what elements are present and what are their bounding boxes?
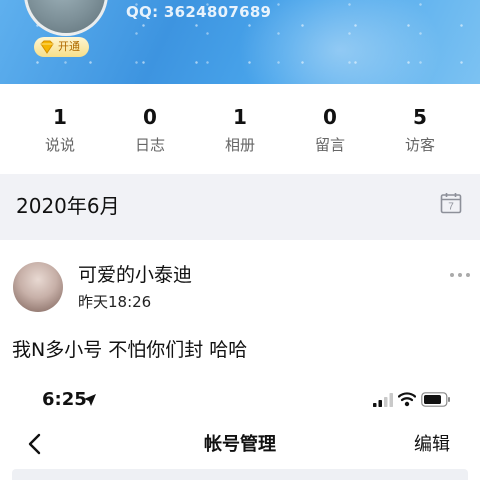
- diamond-icon: [40, 40, 54, 54]
- post-author-name[interactable]: 可爱的小泰迪: [78, 262, 192, 288]
- stat-label: 日志: [134, 136, 165, 154]
- stat-label: 留言: [314, 136, 345, 154]
- stat-label: 访客: [404, 136, 435, 154]
- wifi-icon: [398, 392, 416, 407]
- vip-badge-label: 开通: [58, 40, 80, 53]
- nav-title: 帐号管理: [204, 434, 276, 455]
- vip-open-badge[interactable]: 开通: [34, 37, 89, 57]
- stat-label: 相册: [224, 136, 255, 154]
- qq-number-label: QQ: 3624807689: [126, 3, 272, 21]
- stats-row: 1 说说 0 日志 1 相册 0 留言 5 访客: [0, 84, 480, 174]
- month-header: 2020年6月: [0, 174, 480, 240]
- stat-value: 1: [53, 105, 67, 129]
- feed-post: [0, 240, 480, 388]
- stat-value: 0: [143, 105, 157, 129]
- account-list-placeholder: [12, 469, 468, 480]
- more-dots-icon[interactable]: [450, 270, 474, 280]
- calendar-icon[interactable]: 7: [440, 192, 462, 214]
- stat-shuoshuo[interactable]: 1 说说: [12, 104, 108, 156]
- cellular-signal-icon: [373, 393, 393, 407]
- profile-banner: QQ: 3624807689 开通: [0, 0, 480, 84]
- stat-blog[interactable]: 0 日志: [102, 104, 198, 156]
- stat-album[interactable]: 1 相册: [192, 104, 288, 156]
- battery-icon: [421, 392, 450, 407]
- edit-button[interactable]: 编辑: [414, 432, 450, 458]
- post-author-avatar[interactable]: [13, 262, 63, 312]
- post-text: 我N多小号 不怕你们封 哈哈: [12, 339, 248, 361]
- stat-visitors[interactable]: 5 访客: [372, 104, 468, 156]
- stat-value: 0: [323, 105, 337, 129]
- stat-label: 说说: [44, 136, 75, 154]
- stat-value: 1: [233, 105, 247, 129]
- status-bar-time: 6:25: [42, 389, 87, 410]
- profile-avatar[interactable]: [24, 0, 108, 36]
- location-arrow-icon: [84, 394, 96, 406]
- stat-value: 5: [413, 105, 427, 129]
- post-timestamp: 昨天18:26: [78, 293, 152, 311]
- calendar-day: 7: [448, 202, 454, 213]
- month-label: 2020年6月: [16, 194, 120, 218]
- stat-messages[interactable]: 0 留言: [282, 104, 378, 156]
